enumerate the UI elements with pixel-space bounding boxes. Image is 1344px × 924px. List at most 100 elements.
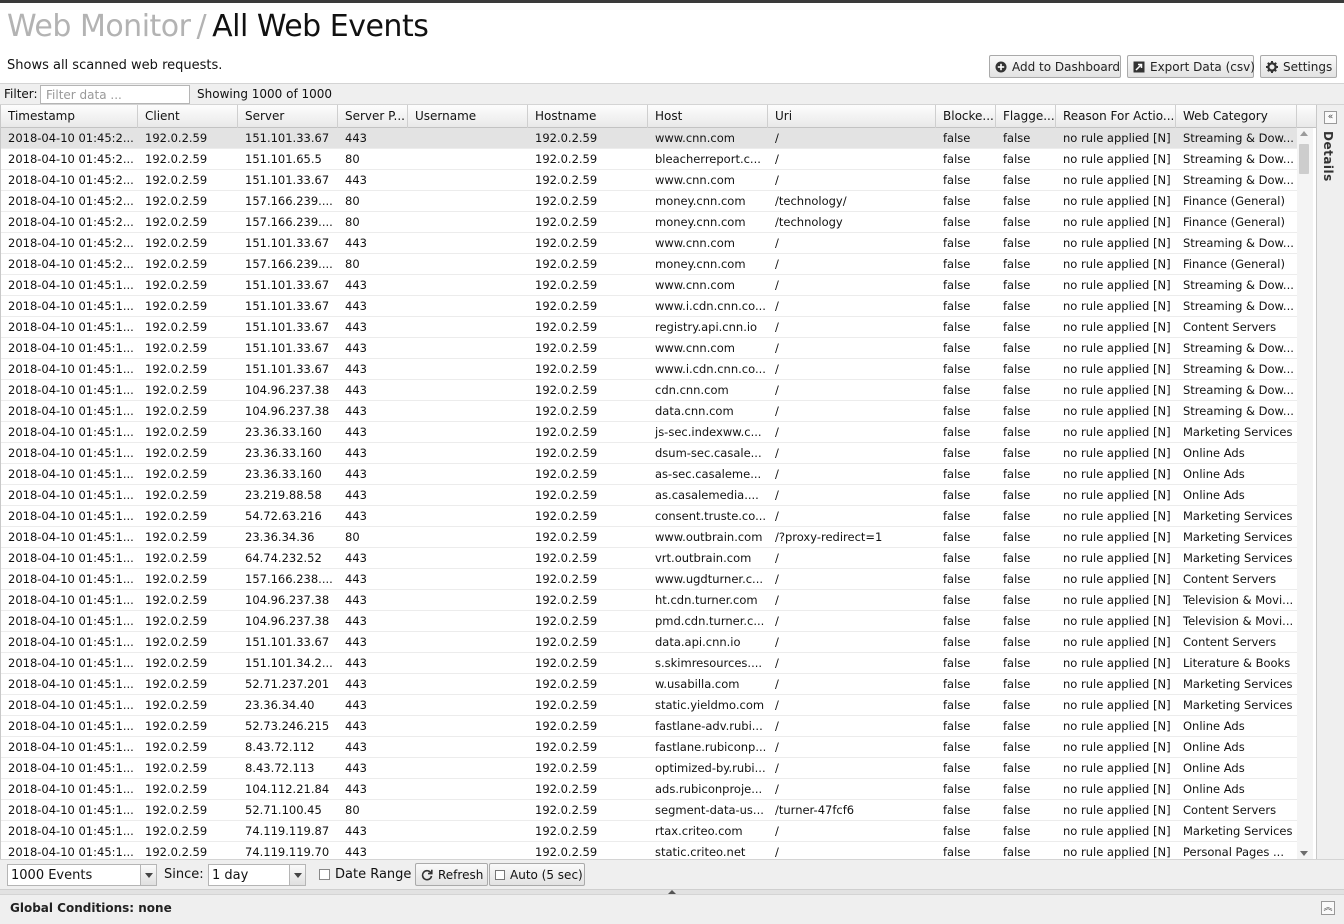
- cell-uri: /: [775, 488, 779, 502]
- auto-refresh-toggle[interactable]: Auto (5 sec): [489, 863, 585, 886]
- table-row[interactable]: 2018-04-10 01:45:2... 192.0.2.59 151.101.3…: [1, 128, 1297, 149]
- cell-reason: no rule applied [N]: [1063, 194, 1171, 208]
- cell-reason: no rule applied [N]: [1063, 320, 1171, 334]
- column-header-username[interactable]: Username: [408, 105, 528, 128]
- chevron-down-icon[interactable]: [289, 865, 305, 885]
- cell-server: 157.166.239....: [245, 257, 333, 271]
- cell-hostname: 192.0.2.59: [535, 257, 598, 271]
- column-header-timestamp[interactable]: Timestamp: [1, 105, 138, 128]
- table-row[interactable]: 2018-04-10 01:45:1... 192.0.2.59 151.101.3…: [1, 296, 1297, 317]
- cell-timestamp: 2018-04-10 01:45:2...: [8, 194, 134, 208]
- table-row[interactable]: 2018-04-10 01:45:1... 192.0.2.59 23.36.34.…: [1, 527, 1297, 548]
- cell-hostname: 192.0.2.59: [535, 425, 598, 439]
- column-header-uri[interactable]: Uri: [768, 105, 936, 128]
- cell-server-port: 443: [345, 572, 367, 586]
- table-row[interactable]: 2018-04-10 01:45:1... 192.0.2.59 23.36.33.…: [1, 464, 1297, 485]
- date-range-checkbox[interactable]: [319, 869, 330, 880]
- scroll-up-arrow-icon[interactable]: [1300, 131, 1308, 136]
- cell-username: [408, 716, 528, 736]
- table-row[interactable]: 2018-04-10 01:45:1... 192.0.2.59 54.72.63.…: [1, 506, 1297, 527]
- table-row[interactable]: 2018-04-10 01:45:2... 192.0.2.59 157.166.2…: [1, 212, 1297, 233]
- cell-web-category: Streaming & Dow...: [1183, 383, 1294, 397]
- date-range-label[interactable]: Date Range: [335, 867, 411, 882]
- table-row[interactable]: 2018-04-10 01:45:1... 192.0.2.59 104.96.23…: [1, 611, 1297, 632]
- table-row[interactable]: 2018-04-10 01:45:1... 192.0.2.59 52.71.237…: [1, 674, 1297, 695]
- table-row[interactable]: 2018-04-10 01:45:1... 192.0.2.59 151.101.3…: [1, 653, 1297, 674]
- filter-input[interactable]: [40, 85, 190, 104]
- cell-hostname: 192.0.2.59: [535, 278, 598, 292]
- column-header-host[interactable]: Host: [648, 105, 768, 128]
- double-chevron-left-icon[interactable]: «: [1324, 111, 1337, 124]
- table-row[interactable]: 2018-04-10 01:45:1... 192.0.2.59 104.112.2…: [1, 779, 1297, 800]
- column-header-blocked[interactable]: Blocke...: [936, 105, 996, 128]
- cell-timestamp: 2018-04-10 01:45:1...: [8, 656, 134, 670]
- table-row[interactable]: 2018-04-10 01:45:1... 192.0.2.59 157.166.2…: [1, 569, 1297, 590]
- table-row[interactable]: 2018-04-10 01:45:1... 192.0.2.59 52.71.100…: [1, 800, 1297, 821]
- cell-hostname: 192.0.2.59: [535, 845, 598, 859]
- table-row[interactable]: 2018-04-10 01:45:1... 192.0.2.59 104.96.23…: [1, 590, 1297, 611]
- settings-label: Settings: [1283, 59, 1333, 74]
- table-row[interactable]: 2018-04-10 01:45:1... 192.0.2.59 23.36.34.…: [1, 695, 1297, 716]
- cell-username: [408, 611, 528, 631]
- table-row[interactable]: 2018-04-10 01:45:1... 192.0.2.59 23.36.33.…: [1, 422, 1297, 443]
- add-to-dashboard-button[interactable]: Add to Dashboard: [989, 55, 1121, 78]
- table-row[interactable]: 2018-04-10 01:45:1... 192.0.2.59 104.96.23…: [1, 380, 1297, 401]
- table-row[interactable]: 2018-04-10 01:45:1... 192.0.2.59 151.101.3…: [1, 317, 1297, 338]
- table-row[interactable]: 2018-04-10 01:45:1... 192.0.2.59 151.101.3…: [1, 338, 1297, 359]
- export-csv-button[interactable]: Export Data (csv): [1127, 55, 1255, 78]
- settings-button[interactable]: Settings: [1260, 55, 1337, 78]
- cell-host: www.cnn.com: [655, 278, 735, 292]
- table-row[interactable]: 2018-04-10 01:45:1... 192.0.2.59 8.43.72.1…: [1, 758, 1297, 779]
- cell-host: ads.rubiconproje...: [655, 782, 763, 796]
- chevron-down-icon[interactable]: [140, 865, 156, 885]
- column-header-flagged[interactable]: Flagge...: [996, 105, 1056, 128]
- gear-icon: [1266, 60, 1278, 73]
- column-header-web-category[interactable]: Web Category: [1176, 105, 1297, 128]
- event-limit-select[interactable]: 1000 Events: [7, 864, 157, 886]
- cell-client: 192.0.2.59: [145, 278, 208, 292]
- cell-client: 192.0.2.59: [145, 383, 208, 397]
- column-header-hostname[interactable]: Hostname: [528, 105, 648, 128]
- cell-server-port: 443: [345, 425, 367, 439]
- table-row[interactable]: 2018-04-10 01:45:1... 192.0.2.59 151.101.3…: [1, 275, 1297, 296]
- cell-blocked: false: [943, 404, 971, 418]
- table-row[interactable]: 2018-04-10 01:45:1... 192.0.2.59 8.43.72.1…: [1, 737, 1297, 758]
- since-select[interactable]: 1 day: [208, 864, 306, 886]
- refresh-button[interactable]: Refresh: [415, 863, 488, 886]
- cell-web-category: Marketing Services: [1183, 551, 1293, 565]
- cell-server: 151.101.33.67: [245, 635, 330, 649]
- cell-reason: no rule applied [N]: [1063, 236, 1171, 250]
- table-row[interactable]: 2018-04-10 01:45:1... 192.0.2.59 74.119.11…: [1, 821, 1297, 842]
- details-panel-label[interactable]: Details: [1321, 131, 1335, 182]
- column-header-server-port[interactable]: Server P...: [338, 105, 408, 128]
- cell-server: 157.166.239....: [245, 194, 333, 208]
- breadcrumb-parent[interactable]: Web Monitor: [7, 9, 191, 44]
- column-header-server[interactable]: Server: [238, 105, 338, 128]
- cell-timestamp: 2018-04-10 01:45:1...: [8, 635, 134, 649]
- scroll-thumb[interactable]: [1299, 144, 1309, 174]
- table-row[interactable]: 2018-04-10 01:45:1... 192.0.2.59 52.73.246…: [1, 716, 1297, 737]
- scroll-down-arrow-icon[interactable]: [1300, 851, 1308, 856]
- double-chevron-up-icon[interactable]: ︽: [1321, 901, 1335, 915]
- table-row[interactable]: 2018-04-10 01:45:2... 192.0.2.59 157.166.2…: [1, 191, 1297, 212]
- vertical-scrollbar[interactable]: [1297, 128, 1313, 859]
- table-row[interactable]: 2018-04-10 01:45:2... 192.0.2.59 157.166.2…: [1, 254, 1297, 275]
- table-row[interactable]: 2018-04-10 01:45:2... 192.0.2.59 151.101.6…: [1, 149, 1297, 170]
- table-row[interactable]: 2018-04-10 01:45:1... 192.0.2.59 64.74.232…: [1, 548, 1297, 569]
- cell-hostname: 192.0.2.59: [535, 383, 598, 397]
- cell-server-port: 443: [345, 173, 367, 187]
- column-header-reason[interactable]: Reason For Actio...: [1056, 105, 1176, 128]
- table-row[interactable]: 2018-04-10 01:45:1... 192.0.2.59 151.101.3…: [1, 632, 1297, 653]
- table-row[interactable]: 2018-04-10 01:45:1... 192.0.2.59 104.96.23…: [1, 401, 1297, 422]
- cell-server: 64.74.232.52: [245, 551, 322, 565]
- table-row[interactable]: 2018-04-10 01:45:1... 192.0.2.59 23.36.33.…: [1, 443, 1297, 464]
- cell-client: 192.0.2.59: [145, 530, 208, 544]
- table-row[interactable]: 2018-04-10 01:45:2... 192.0.2.59 151.101.3…: [1, 170, 1297, 191]
- table-row[interactable]: 2018-04-10 01:45:1... 192.0.2.59 74.119.11…: [1, 842, 1297, 859]
- cell-host: ht.cdn.turner.com: [655, 593, 758, 607]
- table-row[interactable]: 2018-04-10 01:45:2... 192.0.2.59 151.101.3…: [1, 233, 1297, 254]
- table-row[interactable]: 2018-04-10 01:45:1... 192.0.2.59 23.219.88…: [1, 485, 1297, 506]
- cell-blocked: false: [943, 131, 971, 145]
- column-header-client[interactable]: Client: [138, 105, 238, 128]
- table-row[interactable]: 2018-04-10 01:45:1... 192.0.2.59 151.101.3…: [1, 359, 1297, 380]
